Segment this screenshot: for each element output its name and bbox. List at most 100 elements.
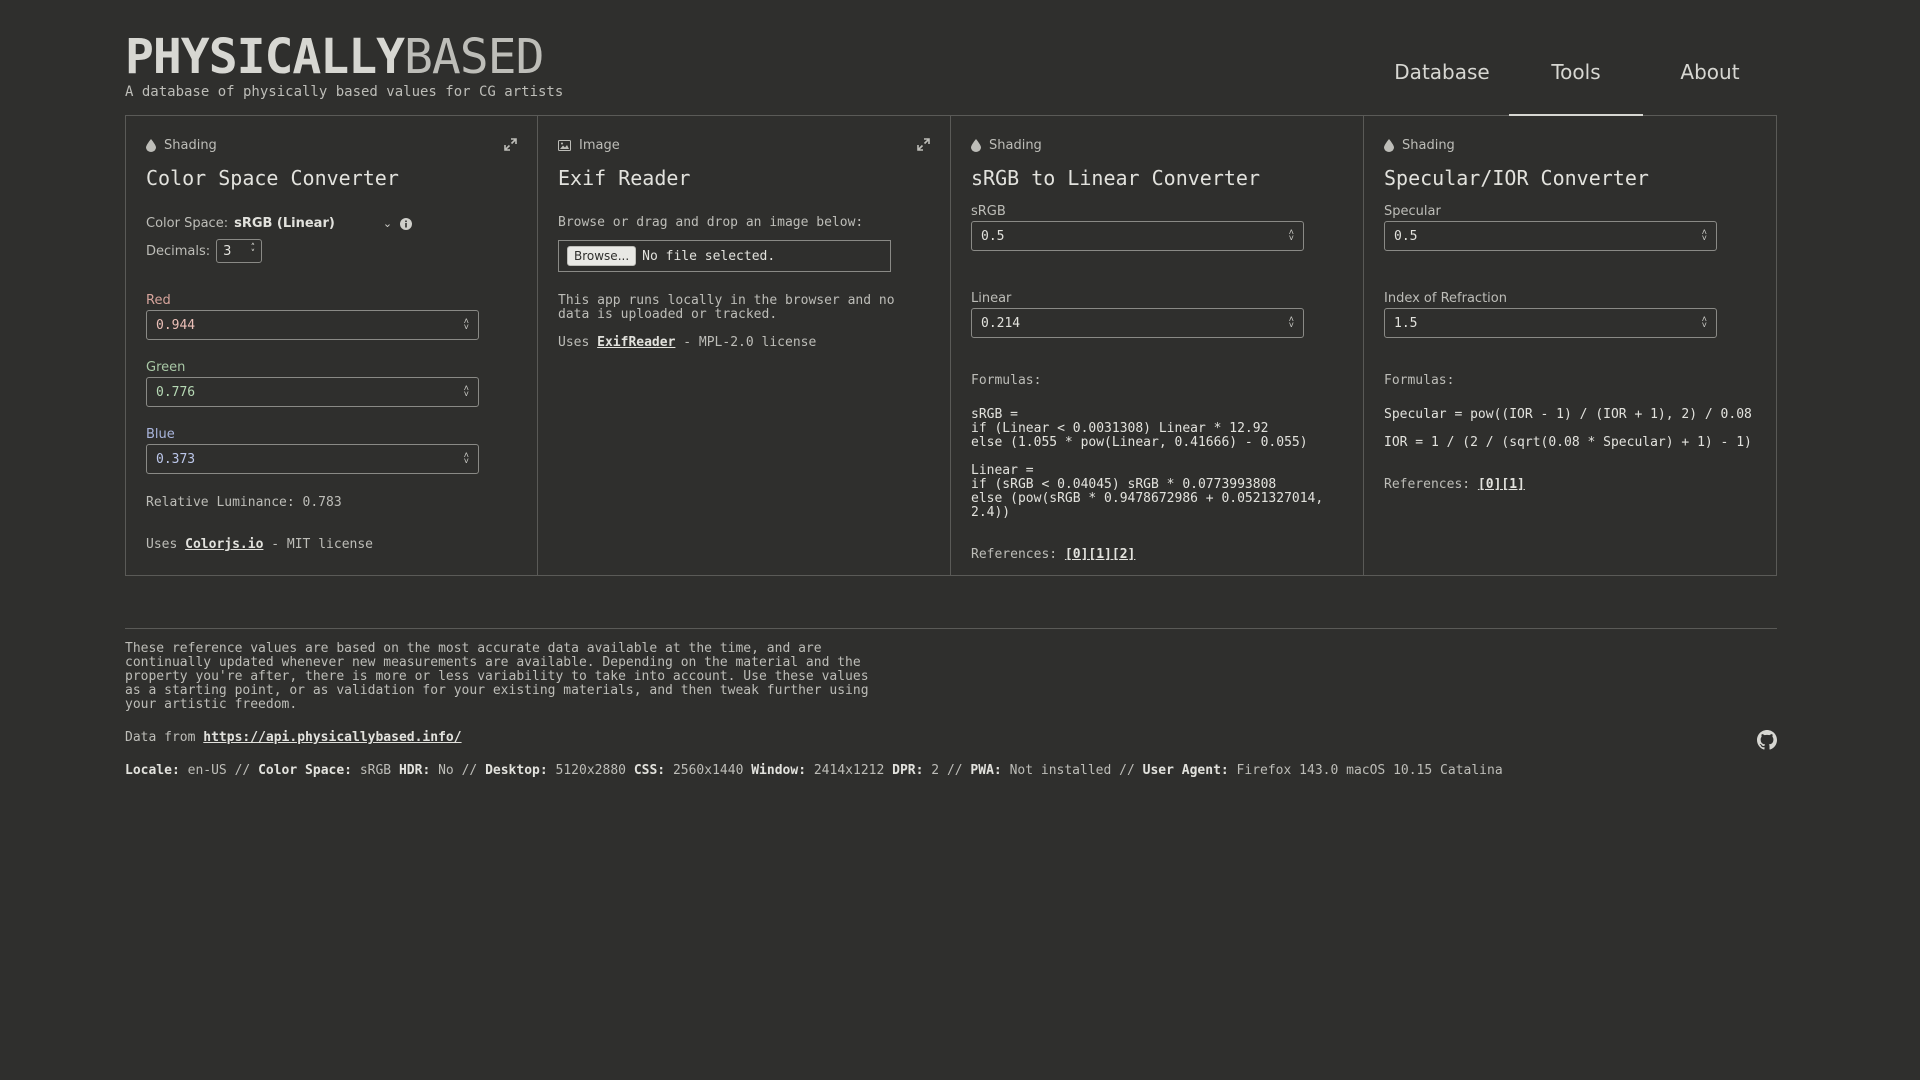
red-label: Red bbox=[146, 293, 171, 308]
logo-light: BASED bbox=[403, 29, 544, 85]
image-icon bbox=[558, 139, 571, 151]
api-link[interactable]: https://api.physicallybased.info/ bbox=[203, 730, 461, 745]
specular-label: Specular bbox=[1384, 204, 1441, 219]
srgb-input[interactable]: 0.5 ˄ ˅ bbox=[971, 221, 1304, 251]
stepper-arrows-icon[interactable]: ˄ ˅ bbox=[464, 318, 469, 333]
locale-value: en-US bbox=[187, 763, 227, 778]
nav-about[interactable]: About bbox=[1643, 48, 1777, 116]
srgb-value: 0.5 bbox=[981, 228, 1005, 244]
uses-credit: Uses Colorjs.io - MIT license bbox=[146, 538, 517, 552]
decimals-stepper[interactable]: 3 ˄ ˅ bbox=[216, 239, 263, 263]
stepper-arrows-icon[interactable]: ˄ ˅ bbox=[1289, 229, 1294, 244]
stepper-arrows-icon[interactable]: ˄ ˅ bbox=[251, 244, 256, 259]
card-category: Shading bbox=[1384, 136, 1756, 154]
github-icon[interactable] bbox=[1757, 730, 1777, 754]
card-category: Shading bbox=[146, 136, 517, 154]
card-title: Specular/IOR Converter bbox=[1384, 166, 1649, 190]
disclaimer: These reference values are based on the … bbox=[125, 641, 869, 712]
blue-value: 0.373 bbox=[156, 451, 196, 467]
linear-label: Linear bbox=[971, 291, 1012, 306]
stepper-arrows-icon[interactable]: ˄ ˅ bbox=[1702, 229, 1707, 244]
no-file-text: No file selected. bbox=[642, 248, 776, 264]
dpr-value: 2 bbox=[931, 763, 940, 778]
droplet-icon bbox=[1384, 138, 1394, 152]
pwa-label: PWA: bbox=[970, 763, 1002, 778]
uses-suffix: - MPL-2.0 license bbox=[683, 335, 817, 350]
system-info: Locale: en-US // Color Space: sRGB HDR: … bbox=[125, 763, 1777, 778]
expand-icon[interactable] bbox=[504, 138, 517, 155]
card-title: Color Space Converter bbox=[146, 166, 399, 190]
colorspace-value: sRGB bbox=[359, 763, 392, 778]
formula-ior: IOR = 1 / (2 / (sqrt(0.08 * Specular) + … bbox=[1384, 435, 1752, 450]
site-logo[interactable]: PHYSICALLYBASED bbox=[125, 29, 544, 85]
separator: // bbox=[461, 763, 478, 778]
uses-suffix: - MIT license bbox=[271, 537, 373, 552]
hdr-value: No bbox=[438, 763, 454, 778]
formulas-label: Formulas: bbox=[971, 373, 1042, 388]
tools-panels: Shading Color Space Converter Color Spac… bbox=[125, 116, 1777, 576]
ior-input[interactable]: 1.5 ˄ ˅ bbox=[1384, 308, 1717, 338]
blue-input[interactable]: 0.373 ˄ ˅ bbox=[146, 444, 479, 474]
decimals-value: 3 bbox=[223, 243, 232, 259]
card-title: Exif Reader bbox=[558, 166, 691, 190]
colorjs-link[interactable]: Colorjs.io bbox=[185, 537, 263, 552]
ior-label: Index of Refraction bbox=[1384, 291, 1507, 306]
stepper-arrows-icon[interactable]: ˄ ˅ bbox=[464, 385, 469, 400]
info-icon[interactable] bbox=[400, 217, 413, 230]
stepper-arrows-icon[interactable]: ˄ ˅ bbox=[1702, 316, 1707, 331]
red-value: 0.944 bbox=[156, 317, 196, 333]
linear-input[interactable]: 0.214 ˄ ˅ bbox=[971, 308, 1304, 338]
header: PHYSICALLYBASED A database of physically… bbox=[125, 0, 1777, 116]
references-links[interactable]: [0][1][2] bbox=[1065, 547, 1135, 562]
ua-value: Firefox 143.0 macOS 10.15 Catalina bbox=[1236, 763, 1503, 778]
relative-luminance: Relative Luminance: 0.783 bbox=[146, 495, 342, 510]
references-label: References: bbox=[1384, 477, 1471, 492]
data-from: Data from https://api.physicallybased.in… bbox=[125, 730, 1777, 745]
decimals-row: Decimals: 3 ˄ ˅ bbox=[146, 239, 517, 263]
category-label: Shading bbox=[164, 137, 217, 153]
srgb-label: sRGB bbox=[971, 204, 1006, 219]
formula-line: else (1.055 * pow(Linear, 0.41666) - 0.0… bbox=[971, 435, 1308, 450]
exifreader-link[interactable]: ExifReader bbox=[597, 335, 675, 350]
browse-button[interactable]: Browse... bbox=[567, 246, 637, 266]
colorspace-label: Color Space: bbox=[258, 763, 352, 778]
tagline: A database of physically based values fo… bbox=[125, 84, 564, 100]
exif-note: This app runs locally in the browser and… bbox=[558, 293, 895, 322]
file-input[interactable]: Browse... No file selected. bbox=[558, 240, 891, 272]
linear-value: 0.214 bbox=[981, 315, 1021, 331]
decimals-label: Decimals: bbox=[146, 243, 211, 259]
formula-srgb: sRGB = if (Linear < 0.0031308) Linear * … bbox=[971, 408, 1343, 450]
green-input[interactable]: 0.776 ˄ ˅ bbox=[146, 377, 479, 407]
red-input[interactable]: 0.944 ˄ ˅ bbox=[146, 310, 479, 340]
specular-input[interactable]: 0.5 ˄ ˅ bbox=[1384, 221, 1717, 251]
card-category: Shading bbox=[971, 136, 1343, 154]
nav-database[interactable]: Database bbox=[1375, 48, 1509, 116]
stepper-arrows-icon[interactable]: ˄ ˅ bbox=[1289, 316, 1294, 331]
formula-line: sRGB = bbox=[971, 407, 1018, 422]
expand-icon[interactable] bbox=[917, 138, 930, 155]
dpr-label: DPR: bbox=[892, 763, 924, 778]
blue-label: Blue bbox=[146, 427, 175, 442]
color-space-select[interactable]: sRGB (Linear) bbox=[234, 216, 335, 231]
stepper-arrows-icon[interactable]: ˄ ˅ bbox=[464, 452, 469, 467]
references-links[interactable]: [0][1] bbox=[1478, 477, 1525, 492]
exif-reader-card: Image Exif Reader Browse or drag and dro… bbox=[538, 116, 951, 575]
nav-tools[interactable]: Tools bbox=[1509, 48, 1643, 116]
green-value: 0.776 bbox=[156, 384, 196, 400]
uses-credit: Uses ExifReader - MPL-2.0 license bbox=[558, 336, 930, 350]
uses-prefix: Uses bbox=[558, 335, 590, 350]
droplet-icon bbox=[971, 138, 981, 152]
color-space-converter-card: Shading Color Space Converter Color Spac… bbox=[125, 116, 538, 575]
main-nav: Database Tools About bbox=[1375, 48, 1777, 116]
specular-ior-converter-card: Shading Specular/IOR Converter Specular … bbox=[1364, 116, 1777, 575]
formula-specular: Specular = pow((IOR - 1) / (IOR + 1), 2)… bbox=[1384, 407, 1752, 422]
green-label: Green bbox=[146, 360, 186, 375]
window-value: 2414x1212 bbox=[813, 763, 885, 778]
page: PHYSICALLYBASED A database of physically… bbox=[125, 0, 1777, 576]
css-label: CSS: bbox=[633, 763, 666, 778]
references: References: [0][1][2] bbox=[971, 548, 1343, 562]
formula-line: if (sRGB < 0.04045) sRGB * 0.0773993808 bbox=[971, 477, 1277, 492]
window-label: Window: bbox=[751, 763, 807, 778]
logo-bold: PHYSICALLY bbox=[125, 29, 405, 85]
chevron-down-icon[interactable]: ⌄ bbox=[383, 217, 392, 230]
